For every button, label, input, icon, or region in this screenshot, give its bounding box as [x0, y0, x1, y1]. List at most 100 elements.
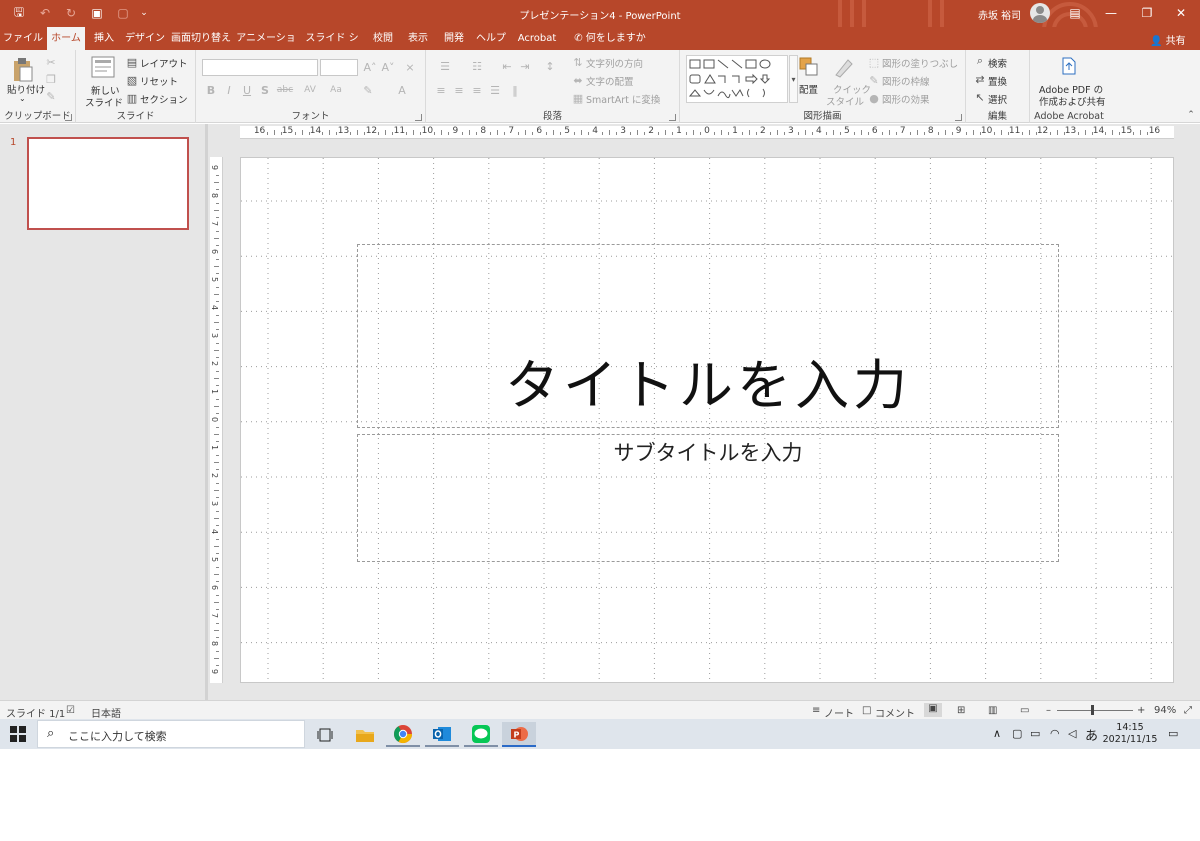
minimize-icon[interactable]: —	[1096, 3, 1126, 23]
font-launcher-icon[interactable]	[415, 114, 422, 121]
quick-styles-icon[interactable]	[832, 55, 856, 79]
avatar[interactable]	[1030, 3, 1050, 23]
drawing-launcher-icon[interactable]	[955, 114, 962, 121]
create-pdf-icon[interactable]	[1060, 56, 1078, 76]
align-left-icon[interactable]: ≡	[434, 83, 448, 97]
shapes-gallery[interactable]	[686, 55, 788, 103]
chrome-icon[interactable]	[386, 722, 420, 747]
new-slide-button-line2[interactable]: スライド	[85, 95, 123, 109]
ribbon-display-icon[interactable]: ▤	[1060, 3, 1090, 23]
create-pdf-button-line2[interactable]: 作成および共有	[1039, 94, 1106, 108]
taskbar-clock[interactable]: 14:15 2021/11/15	[1102, 722, 1158, 746]
numbering-icon[interactable]: ☷	[466, 59, 488, 73]
clear-formatting-icon[interactable]: ⨯	[402, 59, 418, 75]
accessibility-icon[interactable]: ☑	[66, 705, 75, 716]
replace-button[interactable]: 置換	[988, 74, 1007, 88]
zoom-level[interactable]: 94%	[1154, 705, 1176, 716]
file-explorer-icon[interactable]	[348, 722, 382, 747]
shadow-icon[interactable]: S	[258, 83, 272, 97]
tab-file[interactable]: ファイル	[2, 27, 44, 50]
language-status[interactable]: 日本語	[91, 705, 121, 720]
title-placeholder[interactable]: タイトルを入力	[357, 244, 1059, 428]
outlook-icon[interactable]	[425, 722, 459, 747]
clipboard-launcher-icon[interactable]	[65, 114, 72, 121]
align-text-button[interactable]: 文字の配置	[586, 74, 634, 88]
tab-animations[interactable]: アニメーション	[236, 27, 296, 67]
copy-icon[interactable]: ❐	[44, 72, 58, 86]
tab-review[interactable]: 校閲	[368, 27, 398, 50]
tab-transitions[interactable]: 画面切り替え	[171, 27, 231, 50]
wifi-icon[interactable]: ◠	[1050, 727, 1060, 740]
smartart-button[interactable]: SmartArt に変換	[586, 92, 660, 106]
tab-acrobat[interactable]: Acrobat	[513, 27, 561, 50]
tab-home[interactable]: ホーム	[47, 27, 85, 50]
section-button[interactable]: セクション	[140, 92, 188, 106]
paste-dropdown-icon[interactable]: ⌄	[19, 94, 26, 103]
align-center-icon[interactable]: ≡	[452, 83, 466, 97]
quick-styles-button-line2[interactable]: スタイル	[826, 94, 864, 108]
font-size-combo[interactable]	[320, 59, 358, 76]
taskbar-search-box[interactable]: ⌕ ここに入力して検索	[37, 720, 305, 748]
powerpoint-taskbar-icon[interactable]: P	[502, 722, 536, 747]
tab-slideshow[interactable]: スライド ショー	[302, 27, 362, 67]
tab-help[interactable]: ヘルプ	[474, 27, 508, 50]
volume-icon[interactable]: ◁	[1068, 727, 1076, 740]
task-view-icon[interactable]	[308, 722, 342, 747]
tab-design[interactable]: デザイン	[124, 27, 166, 50]
increase-font-icon[interactable]: A˄	[362, 59, 378, 75]
decrease-font-icon[interactable]: A˅	[380, 59, 396, 75]
tab-insert[interactable]: 挿入	[89, 27, 119, 50]
underline-icon[interactable]: U	[240, 83, 254, 97]
bullets-icon[interactable]: ☰	[434, 59, 456, 73]
zoom-in-button[interactable]: +	[1137, 705, 1145, 716]
reset-button[interactable]: リセット	[140, 74, 178, 88]
increase-indent-icon[interactable]: ⇥	[518, 59, 532, 73]
strikethrough-icon[interactable]: abc	[276, 83, 294, 97]
shapes-more-icon[interactable]: ▾	[789, 55, 798, 103]
shape-fill-button[interactable]: 図形の塗りつぶし	[882, 56, 958, 70]
comments-button[interactable]: コメント	[875, 705, 915, 720]
normal-view-icon[interactable]: ▣	[924, 703, 942, 717]
tell-me-search[interactable]: ✆ 何をしますか	[570, 27, 650, 50]
user-name[interactable]: 赤坂 裕司	[978, 7, 1021, 22]
device-icon[interactable]: ▢	[1012, 727, 1022, 740]
windows-start-icon[interactable]	[10, 726, 26, 742]
text-direction-button[interactable]: 文字列の方向	[586, 56, 643, 70]
zoom-out-button[interactable]: –	[1046, 705, 1051, 716]
justify-icon[interactable]: ☰	[488, 83, 502, 97]
bold-icon[interactable]: B	[204, 83, 218, 97]
horizontal-ruler[interactable]: 16 15 14 13 12 11 10 9 8 7 6 5 4 3 2 1 0 1 2 3 4 5 6 7 8 9 10 11 12 1…	[240, 126, 1174, 139]
collapse-ribbon-icon[interactable]: ⌃	[1186, 110, 1196, 120]
find-button[interactable]: 検索	[988, 56, 1007, 70]
notifications-icon[interactable]: ▭	[1168, 727, 1178, 740]
subtitle-placeholder[interactable]: サブタイトルを入力	[357, 434, 1059, 562]
paragraph-launcher-icon[interactable]	[669, 114, 676, 121]
restore-icon[interactable]: ❐	[1132, 3, 1162, 23]
shape-outline-button[interactable]: 図形の枠線	[882, 74, 930, 88]
close-icon[interactable]: ✕	[1166, 3, 1196, 23]
notes-button[interactable]: ノート	[824, 705, 854, 720]
layout-button[interactable]: レイアウト	[140, 56, 188, 70]
battery-icon[interactable]: ▭	[1030, 727, 1040, 740]
arrange-icon[interactable]	[798, 56, 820, 78]
select-button[interactable]: 選択	[988, 92, 1007, 106]
fit-to-window-icon[interactable]: ⤢	[1184, 705, 1192, 716]
paste-icon[interactable]	[10, 56, 36, 84]
vertical-ruler[interactable]: 9 8 7 6 5 4 3 2 1 0 1 2 3 4 5 6 7 8 9	[210, 157, 223, 683]
show-hidden-icons-icon[interactable]: ∧	[993, 727, 1001, 740]
zoom-slider[interactable]	[1057, 710, 1133, 711]
line-spacing-icon[interactable]: ↕	[540, 59, 560, 73]
shape-effects-button[interactable]: 図形の効果	[882, 92, 930, 106]
character-spacing-icon[interactable]: AV	[300, 83, 320, 97]
arrange-button[interactable]: 配置	[799, 82, 818, 96]
cut-icon[interactable]: ✂	[44, 55, 58, 69]
decrease-indent-icon[interactable]: ⇤	[500, 59, 514, 73]
format-painter-icon[interactable]: ✎	[44, 89, 58, 103]
columns-icon[interactable]: ‖	[508, 83, 522, 97]
italic-icon[interactable]: I	[222, 83, 236, 97]
align-right-icon[interactable]: ≡	[470, 83, 484, 97]
slide-thumbnail[interactable]	[27, 137, 189, 230]
highlight-icon[interactable]: ✎	[358, 83, 378, 97]
font-color-icon[interactable]: A	[392, 83, 412, 97]
change-case-icon[interactable]: Aa	[326, 83, 346, 97]
